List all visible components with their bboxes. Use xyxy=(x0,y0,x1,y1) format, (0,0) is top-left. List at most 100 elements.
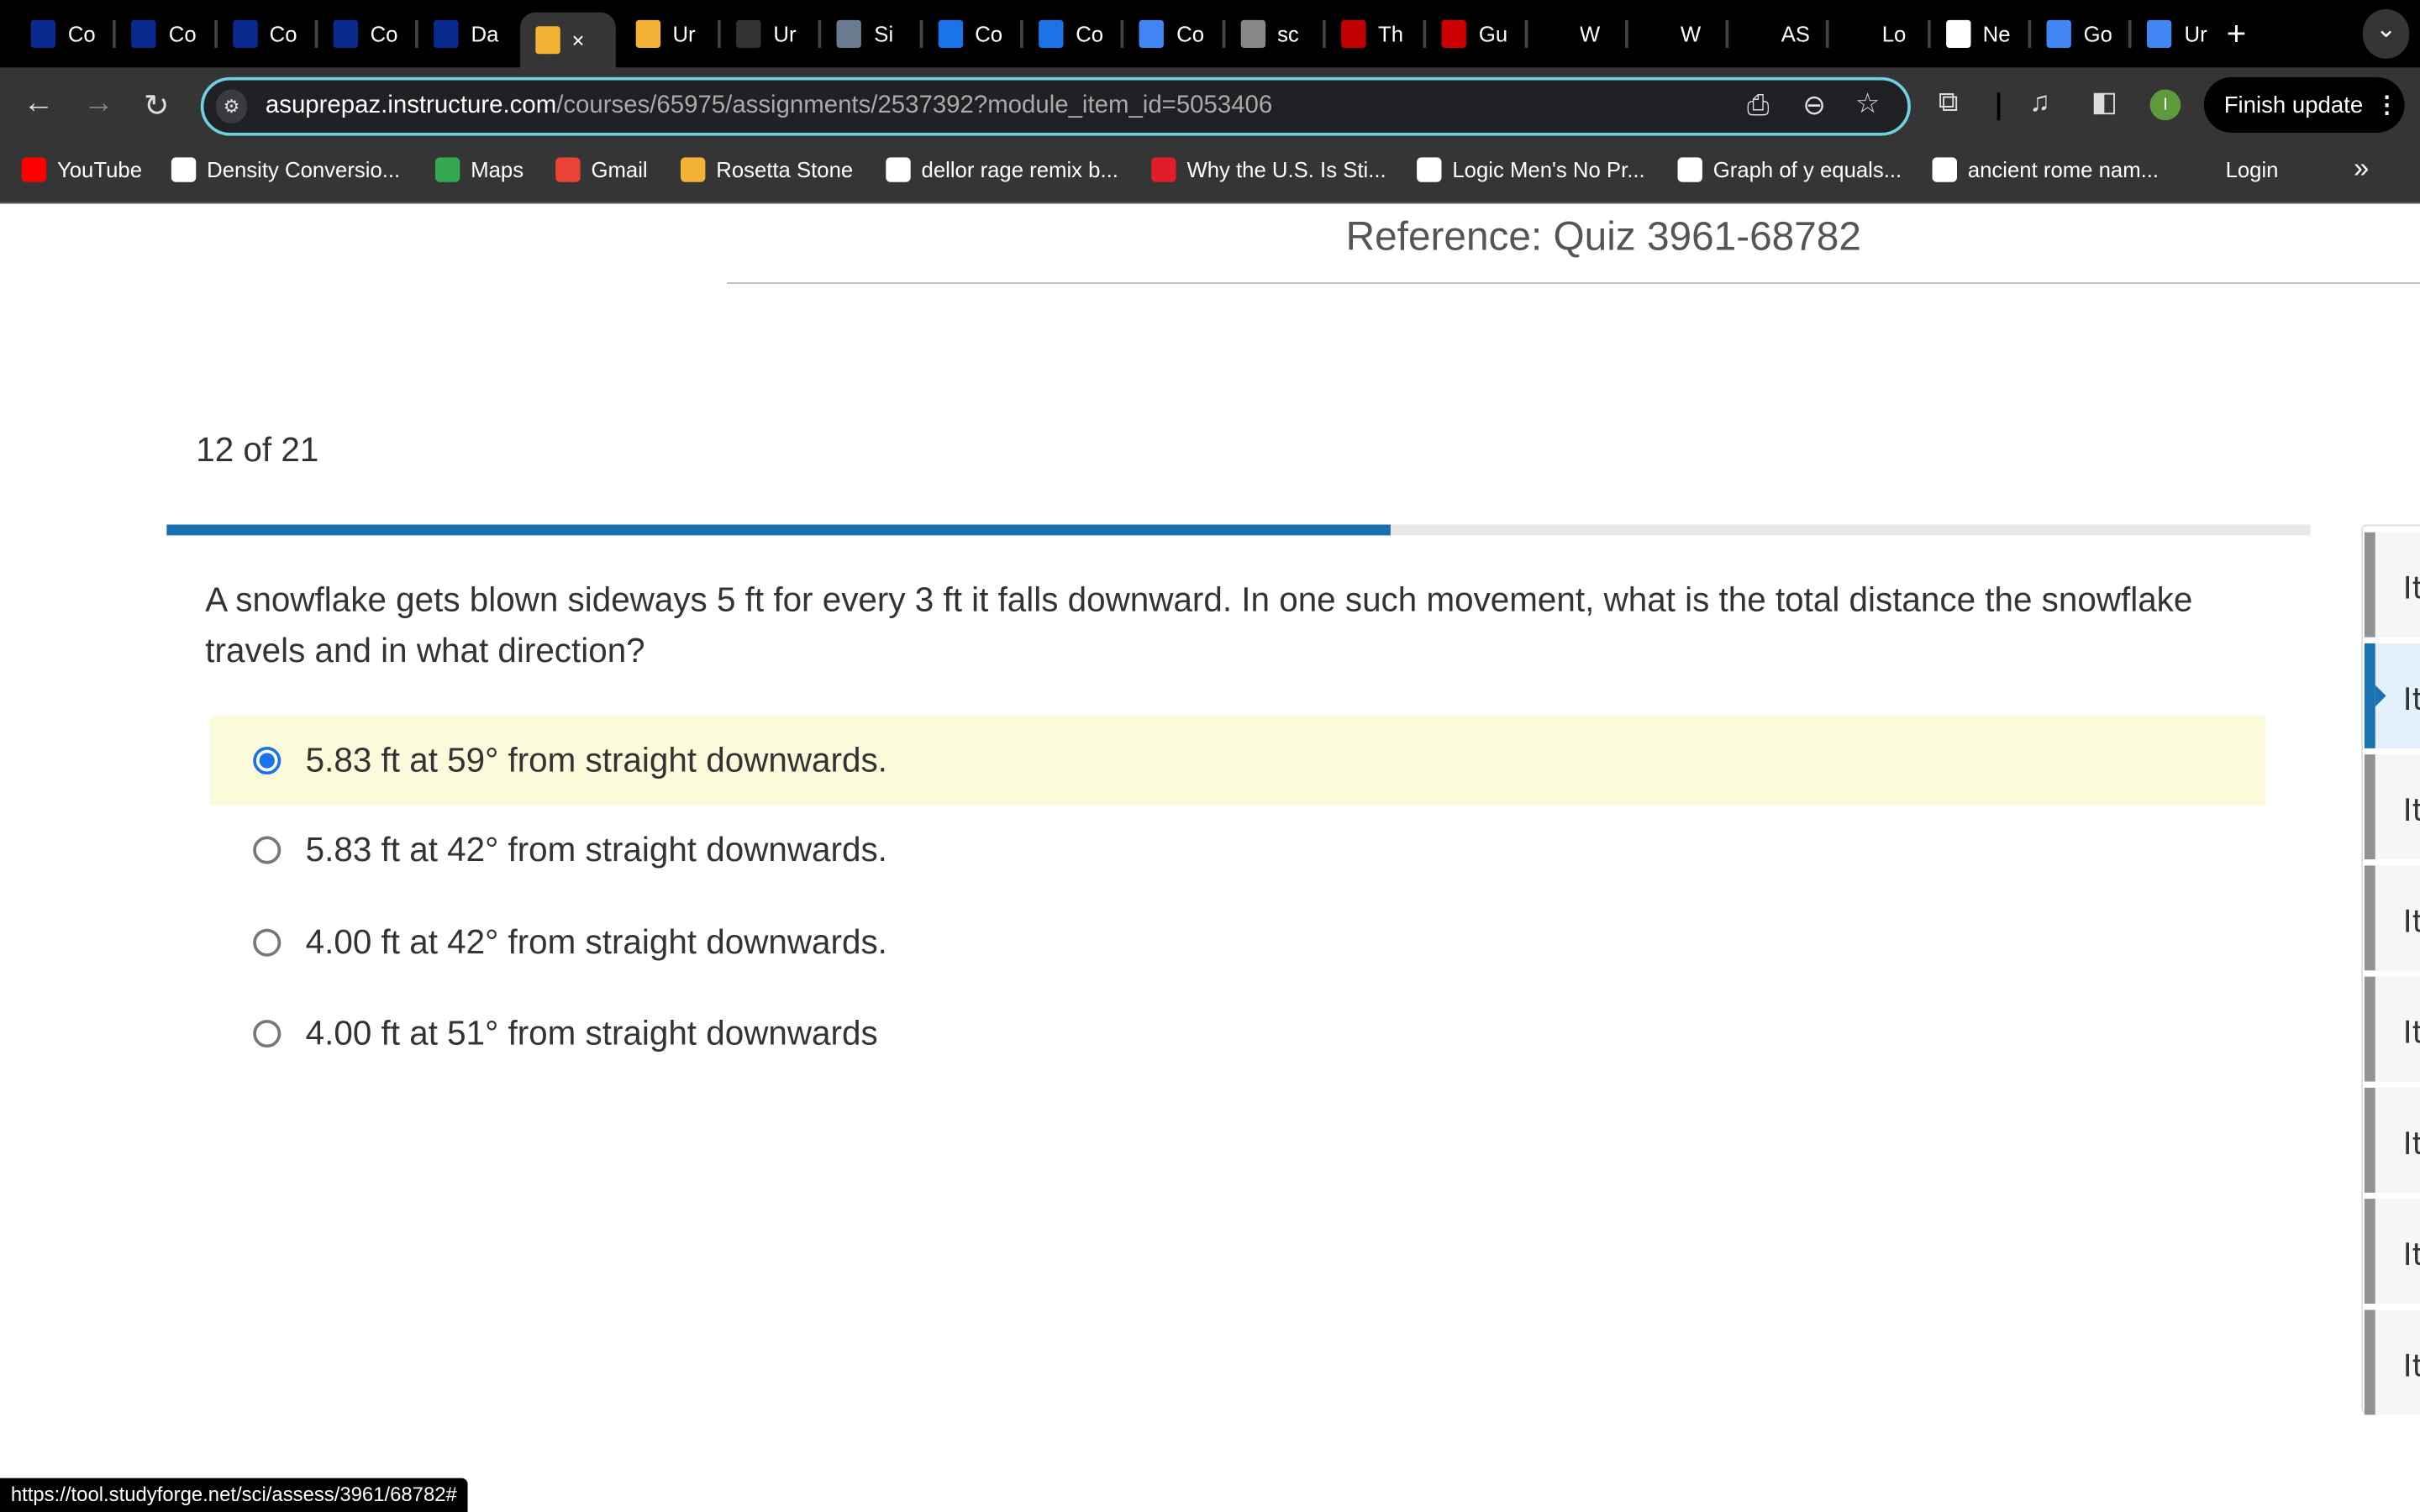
finish-update-button[interactable]: Finish update ⋮ xyxy=(2203,76,2405,133)
question-counter: 12 of 21 xyxy=(196,430,319,470)
answer-option[interactable]: 4.00 ft at 42° from straight downwards. xyxy=(210,898,2266,988)
bookmark-item[interactable]: Rosetta Stone xyxy=(680,157,853,182)
site-info-icon[interactable]: ⚙ xyxy=(216,89,247,123)
tab-separator xyxy=(919,19,923,48)
new-tab-button[interactable]: + xyxy=(2227,13,2247,55)
bookmark-star-icon[interactable]: ☆ xyxy=(1855,88,1881,121)
bookmark-item[interactable]: Login xyxy=(2190,157,2279,182)
item-nav-button[interactable]: It xyxy=(2364,865,2420,971)
media-control-icon[interactable]: ♫ xyxy=(2029,87,2050,119)
bookmark-label: Why the U.S. Is Sti... xyxy=(1186,157,1386,182)
item-nav-button[interactable]: It xyxy=(2364,1087,2420,1193)
tab[interactable]: Ur xyxy=(736,13,801,55)
tab-separator xyxy=(415,19,419,48)
sigma-icon xyxy=(171,157,197,182)
tab-search-button[interactable]: ⌄ xyxy=(2363,9,2410,59)
gmail-icon xyxy=(555,157,581,182)
tab-title: Ur xyxy=(672,21,696,47)
radio-button[interactable] xyxy=(253,1020,281,1048)
answer-option[interactable]: 4.00 ft at 51° from straight downwards xyxy=(210,989,2266,1079)
globe-icon xyxy=(1677,157,1702,182)
tab[interactable]: W xyxy=(1643,13,1708,55)
answer-option[interactable]: 5.83 ft at 42° from straight downwards. xyxy=(210,806,2266,895)
tab-title: Co xyxy=(975,21,1003,47)
tab-active[interactable]: × xyxy=(519,12,615,68)
tab-title: Co xyxy=(370,21,398,47)
bookmark-item[interactable]: Graph of y equals... xyxy=(1677,157,1902,182)
bookmark-label: dellor rage remix b... xyxy=(921,157,1118,182)
tab[interactable]: Co xyxy=(131,13,197,55)
tab[interactable]: Si xyxy=(837,13,902,55)
tab[interactable]: Co xyxy=(30,13,96,55)
tab[interactable]: Co xyxy=(333,13,398,55)
rosetta-icon xyxy=(534,26,560,55)
extensions-icon[interactable]: ⧉ xyxy=(1939,87,1959,119)
bookmarks-bar: YouTube Density Conversio... Maps Gmail Rose… xyxy=(0,141,2420,204)
radio-button[interactable] xyxy=(253,928,281,957)
item-nav-button[interactable]: It xyxy=(2364,754,2420,860)
forward-icon[interactable]: → xyxy=(83,87,114,122)
bookmark-item[interactable]: Maps xyxy=(434,157,524,182)
reload-icon[interactable]: ↻ xyxy=(144,87,170,125)
item-nav-button[interactable]: It xyxy=(2364,1199,2420,1305)
item-nav-button[interactable]: It xyxy=(2364,976,2420,1082)
item-nav-label: It xyxy=(2402,1013,2420,1051)
answer-option[interactable]: 5.83 ft at 59° from straight downwards. xyxy=(209,716,2266,806)
tab[interactable]: Lo xyxy=(1844,13,1910,55)
globe-icon xyxy=(1239,19,1265,48)
back-icon[interactable]: ← xyxy=(24,87,55,122)
item-nav-button[interactable]: It xyxy=(2364,643,2420,748)
tab[interactable]: Co xyxy=(1039,13,1103,55)
tab-separator xyxy=(314,19,318,48)
blank-icon xyxy=(1542,19,1568,48)
zoom-out-icon[interactable]: ⊖ xyxy=(1802,90,1826,123)
tab[interactable]: sc xyxy=(1239,13,1305,55)
bookmarks-more-button[interactable]: » xyxy=(2354,153,2369,186)
tab[interactable]: Co xyxy=(232,13,297,55)
maps-icon xyxy=(434,157,460,182)
side-panel-icon[interactable]: ◧ xyxy=(2091,87,2118,119)
c-circle-icon xyxy=(1039,19,1064,48)
bookmark-item[interactable]: Gmail xyxy=(555,157,648,182)
bookmark-item[interactable]: dellor rage remix b... xyxy=(886,157,1118,182)
tab[interactable]: Co xyxy=(938,13,1002,55)
star-shield-icon xyxy=(232,19,257,48)
tab-separator xyxy=(1020,19,1023,48)
bookmark-item[interactable]: YouTube xyxy=(21,157,142,182)
tab[interactable]: Da xyxy=(434,13,498,55)
star-shield-icon xyxy=(434,19,459,48)
profile-avatar[interactable]: I xyxy=(2149,89,2181,121)
item-nav-label: It xyxy=(2402,569,2420,606)
install-app-icon[interactable]: ⎙ xyxy=(1747,90,1769,123)
tab-title[interactable]: × xyxy=(572,28,600,52)
bookmark-label: Maps xyxy=(471,157,524,182)
tab[interactable]: Th xyxy=(1340,13,1406,55)
tab[interactable]: W xyxy=(1542,13,1607,55)
address-bar[interactable]: ⚙ asuprepaz.instructure.com/courses/6597… xyxy=(200,76,1911,136)
tab[interactable]: Ne xyxy=(1945,13,2011,55)
radio-button[interactable] xyxy=(253,746,281,775)
item-nav-label: It xyxy=(2402,1236,2420,1273)
bookmark-item[interactable]: Why the U.S. Is Sti... xyxy=(1151,157,1386,182)
c-circle-icon xyxy=(938,19,963,48)
youtube-icon xyxy=(21,157,47,182)
bookmark-item[interactable]: ancient rome nam... xyxy=(1932,157,2159,182)
tab-separator xyxy=(1826,19,1830,48)
item-nav-button[interactable]: It xyxy=(2364,532,2420,638)
url-path: /courses/65975/assignments/2537392?modul… xyxy=(556,92,1273,119)
tab[interactable]: Co xyxy=(1139,13,1204,55)
tab[interactable]: Ur xyxy=(635,13,700,55)
tab[interactable]: AS xyxy=(1744,13,1809,55)
bookmark-item[interactable]: Density Conversio... xyxy=(171,157,400,182)
bookmark-item[interactable]: Logic Men's No Pr... xyxy=(1417,157,1645,182)
tab-title: Ur xyxy=(2184,21,2207,47)
tab[interactable]: Gu xyxy=(1441,13,1507,55)
item-nav-label: It xyxy=(2402,1124,2420,1163)
tab[interactable]: Go xyxy=(2046,13,2112,55)
radio-button[interactable] xyxy=(253,836,281,864)
tab[interactable]: Ur xyxy=(2147,13,2212,55)
item-nav-button[interactable]: It xyxy=(2364,1310,2420,1415)
url-host: asuprepaz.instructure.com xyxy=(265,92,557,119)
tab-title: sc xyxy=(1277,21,1299,47)
tab-title: W xyxy=(1579,21,1601,47)
